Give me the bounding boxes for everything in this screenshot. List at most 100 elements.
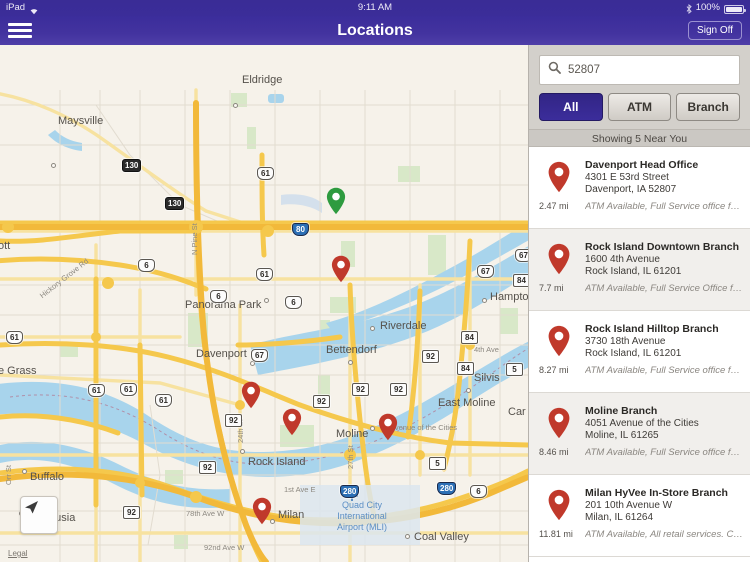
locations-list[interactable]: Davenport Head Office 4301 E 53rd Street D… bbox=[529, 147, 750, 562]
highway-shield-6: 6 bbox=[285, 296, 302, 309]
location-list-item[interactable]: Davenport Head Office 4301 E 53rd Street D… bbox=[529, 147, 750, 229]
map-pin-1[interactable] bbox=[331, 255, 351, 283]
highway-shield-92: 92 bbox=[352, 383, 369, 396]
city-dot bbox=[348, 360, 353, 365]
sign-off-button[interactable]: Sign Off bbox=[688, 21, 742, 40]
city-dot bbox=[370, 426, 375, 431]
highway-shield-92: 92 bbox=[199, 461, 216, 474]
highway-shield-92: 92 bbox=[390, 383, 407, 396]
highway-shield-92: 92 bbox=[225, 414, 242, 427]
location-list-item[interactable]: Rock Island Downtown Branch 1600 4th Aven… bbox=[529, 229, 750, 311]
location-distance: 2.47 mi bbox=[539, 201, 569, 211]
page-title: Locations bbox=[337, 22, 413, 39]
location-services: ATM Available, Full Service Office fo… bbox=[585, 283, 744, 294]
map-pin-4[interactable] bbox=[378, 413, 398, 441]
location-name: Milan HyVee In-Store Branch bbox=[585, 487, 728, 499]
highway-shield-84: 84 bbox=[457, 362, 474, 375]
city-dot bbox=[370, 326, 375, 331]
location-pin-icon bbox=[547, 161, 571, 193]
location-pin-icon bbox=[547, 243, 571, 275]
city-dot bbox=[264, 298, 269, 303]
airport-line-3: Airport (MLI) bbox=[336, 522, 387, 532]
highway-shield-280: 280 bbox=[340, 485, 360, 498]
highway-shield-6: 6 bbox=[210, 290, 227, 303]
location-pin-icon bbox=[547, 489, 571, 521]
city-dot bbox=[466, 388, 471, 393]
location-distance: 11.81 mi bbox=[539, 529, 573, 539]
airport-line-1: Quad City bbox=[341, 500, 383, 510]
location-distance: 8.46 mi bbox=[539, 447, 569, 457]
highway-shield-6: 6 bbox=[138, 259, 155, 272]
highway-shield-61: 61 bbox=[257, 167, 274, 180]
map-pin-2[interactable] bbox=[241, 381, 261, 409]
location-name: Rock Island Downtown Branch bbox=[585, 241, 740, 253]
location-address-line1: 4301 E 53rd Street bbox=[585, 172, 669, 183]
navigation-bar: Locations Sign Off bbox=[0, 16, 750, 45]
location-address-line1: 4051 Avenue of the Cities bbox=[585, 418, 699, 429]
city-dot bbox=[250, 361, 255, 366]
location-pin-icon bbox=[547, 325, 571, 357]
location-address-line2: Rock Island, IL 61201 bbox=[585, 348, 682, 359]
location-address-line1: 3730 18th Avenue bbox=[585, 336, 666, 347]
locations-screen: iPad 9:11 AM 100% Locations Sign Off May… bbox=[0, 0, 750, 562]
location-name: Rock Island Hilltop Branch bbox=[585, 323, 719, 335]
map-view[interactable]: Maysville Eldridge ott Panorama Park Riv… bbox=[0, 45, 528, 562]
city-dot bbox=[240, 449, 245, 454]
filter-atm-button[interactable]: ATM bbox=[607, 93, 672, 121]
search-icon bbox=[548, 61, 561, 79]
status-bar: iPad 9:11 AM 100% bbox=[0, 0, 750, 16]
highway-shield-61: 61 bbox=[256, 268, 273, 281]
location-name: Davenport Head Office bbox=[585, 159, 699, 171]
highway-shield-67: 67 bbox=[515, 249, 528, 262]
highway-shield-61: 61 bbox=[6, 331, 23, 344]
search-container bbox=[529, 45, 750, 93]
highway-shield-6: 6 bbox=[470, 485, 487, 498]
highway-shield-130: 130 bbox=[122, 159, 142, 172]
highway-shield-130: 130 bbox=[165, 197, 185, 210]
location-address-line2: Davenport, IA 52807 bbox=[585, 184, 677, 195]
highway-shield-5: 5 bbox=[429, 457, 446, 470]
bluetooth-icon bbox=[686, 3, 692, 15]
highway-shield-280: 280 bbox=[437, 482, 457, 495]
city-dot bbox=[22, 469, 27, 474]
search-box[interactable] bbox=[539, 55, 740, 85]
legal-link[interactable]: Legal bbox=[8, 549, 28, 558]
location-arrow-icon[interactable] bbox=[20, 496, 58, 534]
highway-shield-84: 84 bbox=[513, 274, 528, 287]
location-address-line1: 1600 4th Avenue bbox=[585, 254, 660, 265]
location-distance: 7.7 mi bbox=[539, 283, 564, 293]
locations-panel: All ATM Branch Showing 5 Near You Davenp… bbox=[528, 45, 750, 562]
filter-branch-button[interactable]: Branch bbox=[676, 93, 741, 121]
city-dot bbox=[51, 163, 56, 168]
highway-shield-5: 5 bbox=[506, 363, 523, 376]
clock: 9:11 AM bbox=[357, 2, 393, 13]
location-services: ATM Available, Full Service office for… bbox=[585, 365, 744, 376]
highway-shield-92: 92 bbox=[313, 395, 330, 408]
location-list-item[interactable]: Rock Island Hilltop Branch 3730 18th Aven… bbox=[529, 311, 750, 393]
location-services: ATM Available, Full Service office fo… bbox=[585, 201, 744, 212]
filter-segmented-control[interactable]: All ATM Branch bbox=[529, 93, 750, 129]
airport-line-2: International bbox=[337, 511, 387, 521]
map-pin-5[interactable] bbox=[252, 497, 272, 525]
highway-shield-61: 61 bbox=[155, 394, 172, 407]
location-list-item[interactable]: Moline Branch 4051 Avenue of the Cities Mo… bbox=[529, 393, 750, 475]
location-address-line2: Rock Island, IL 61201 bbox=[585, 266, 682, 277]
highway-shield-92: 92 bbox=[123, 506, 140, 519]
location-address-line2: Milan, IL 61264 bbox=[585, 512, 654, 523]
city-dot bbox=[233, 103, 238, 108]
highway-shield-61: 61 bbox=[88, 384, 105, 397]
location-services: ATM Available, All retail services. Co… bbox=[585, 529, 744, 540]
highway-shield-80: 80 bbox=[292, 223, 309, 236]
highway-shield-84: 84 bbox=[461, 331, 478, 344]
search-input[interactable] bbox=[568, 64, 731, 76]
filter-all-button[interactable]: All bbox=[539, 93, 603, 121]
city-dot bbox=[405, 534, 410, 539]
highway-shield-67: 67 bbox=[251, 349, 268, 362]
map-pin-selected[interactable] bbox=[326, 187, 346, 215]
location-address-line1: 201 10th Avenue W bbox=[585, 500, 673, 511]
location-name: Moline Branch bbox=[585, 405, 658, 417]
status-bar-right: 100% bbox=[686, 0, 746, 16]
location-pin-icon bbox=[547, 407, 571, 439]
location-list-item[interactable]: Milan HyVee In-Store Branch 201 10th Aven… bbox=[529, 475, 750, 557]
map-pin-3[interactable] bbox=[282, 408, 302, 436]
